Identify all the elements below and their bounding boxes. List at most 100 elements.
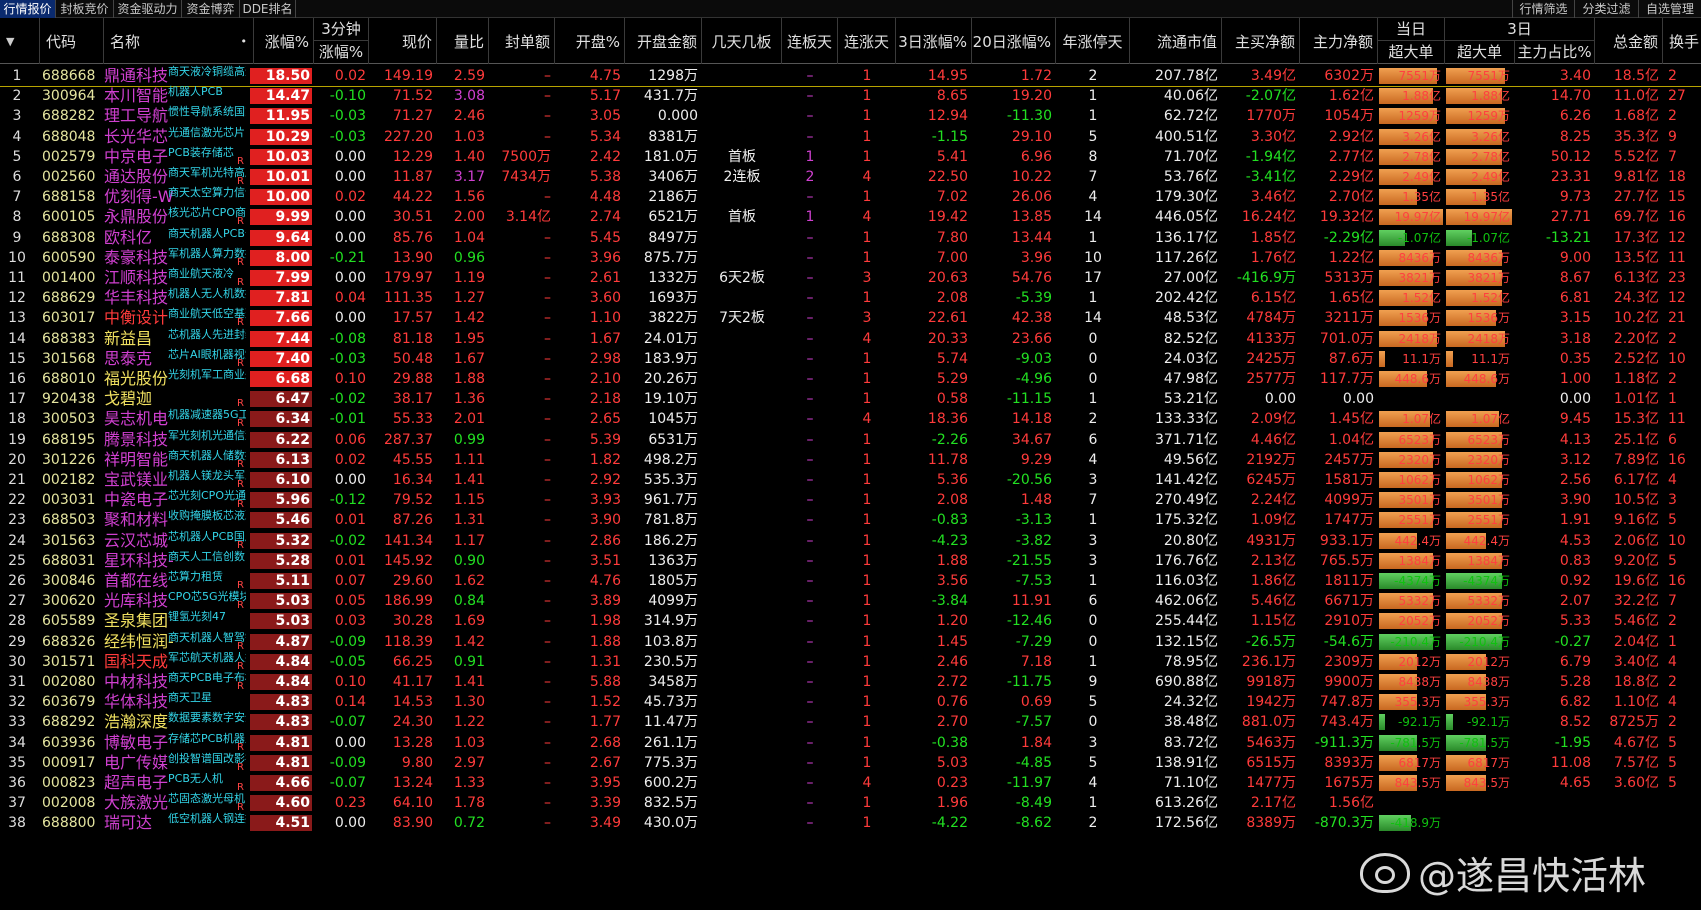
table-row[interactable]: 18300503昊志机电机器减速器5G工业母机R6.34-0.0155.332.…	[0, 408, 1701, 430]
stock-name[interactable]: 中瓷电子	[104, 489, 174, 511]
stock-name[interactable]: 昊志机电	[104, 408, 174, 430]
table-row[interactable]: 10600590泰豪科技军机器人算力数据中心R8.00-0.2113.900.9…	[0, 247, 1701, 269]
table-row[interactable]: 8600105永鼎股份核光芯片CPO商业航天R9.990.0030.512.00…	[0, 206, 1701, 228]
header-open-amount[interactable]: 开盘金额	[625, 18, 702, 64]
table-row[interactable]: 28 605589 圣泉集团 锂氢光刻47 5.03 0.03 30.28 1.69 – 1.98…	[0, 610, 1701, 632]
stock-name[interactable]: 宝武镁业	[104, 469, 174, 491]
table-row[interactable]: 35000917电广传媒创投智谱国改影视华为R4.81-0.099.802.97…	[0, 752, 1701, 774]
stock-name[interactable]: 经纬恒润-W	[104, 631, 174, 653]
table-row[interactable]: 19 688195 腾景科技军光刻机光通信激光 6.22 0.06 287.37 0.99 –…	[0, 429, 1701, 451]
table-row[interactable]: 21002182宝武镁业机器人镁龙头军工R6.100.0016.341.41–2…	[0, 469, 1701, 491]
table-row[interactable]: 20301226祥明智能商天机器人储数据中心R6.130.0245.551.11…	[0, 449, 1701, 471]
header-turnover[interactable]: 换手	[1663, 18, 1701, 64]
stock-name[interactable]: 优刻得-W	[104, 186, 174, 208]
stock-name[interactable]: 新益昌	[104, 328, 174, 350]
category-filter-button[interactable]: 分类过滤	[1574, 0, 1638, 18]
header-float-cap[interactable]: 流通市值	[1130, 18, 1222, 64]
table-row[interactable]: 29688326经纬恒润-W商天机器人智驾智能R4.87-0.09118.391…	[0, 631, 1701, 653]
table-row[interactable]: 32 603679 华体科技 商天卫星 4.83 0.14 14.53 1.30–1.52 45…	[0, 691, 1701, 713]
header-days-boards[interactable]: 几天几板	[702, 18, 782, 64]
header-open-pct[interactable]: 开盘%	[555, 18, 625, 64]
stock-name[interactable]: 戈碧迦	[104, 388, 174, 410]
table-row[interactable]: 5 002579 中京电子 PCB装存储芯 R 10.03 0.00 12.29 1.40 750…	[0, 146, 1701, 168]
stock-name[interactable]: 华体科技	[104, 691, 174, 713]
stock-name[interactable]: 中衡设计	[104, 307, 174, 329]
table-row[interactable]: 15301568思泰克芯片AI眼机器视觉检测R7.40-0.0350.481.6…	[0, 348, 1701, 370]
header-20day-pct[interactable]: 20日涨幅%	[972, 18, 1056, 64]
stock-name[interactable]: 光库科技	[104, 590, 174, 612]
tab-dde-rank[interactable]: DDE排名	[240, 0, 296, 18]
stock-name[interactable]: 福光股份	[104, 368, 174, 390]
header-seal-amount[interactable]: 封单额	[489, 18, 555, 64]
table-row[interactable]: 37 002008 大族激光 芯固态激光母机 R 4.60 0.23 64.10 1.78–3.…	[0, 792, 1701, 814]
stock-name[interactable]: 江顺科技	[104, 267, 174, 289]
table-row[interactable]: 30301571国科天成军芯航天机器人探测器R4.84-0.0566.250.9…	[0, 651, 1701, 673]
stock-name[interactable]: 鼎通科技	[104, 65, 174, 87]
stock-name[interactable]: 腾景科技	[104, 429, 174, 451]
header-today-super[interactable]: 当日 超大单	[1378, 18, 1445, 64]
header-price[interactable]: 现价	[369, 18, 437, 64]
table-row[interactable]: 12 688629 华丰科技机器人无人机数据中心 7.81 0.04 111.35 1.27…	[0, 287, 1701, 309]
stock-name[interactable]: 星环科技-U	[104, 550, 174, 572]
table-row[interactable]: 22003031中瓷电子芯光刻CPO光通信R5.96-0.1279.521.15…	[0, 489, 1701, 511]
watchlist-manage-button[interactable]: 自选管理	[1638, 0, 1701, 18]
stock-name[interactable]: 圣泉集团	[104, 610, 174, 632]
stock-name[interactable]: 通达股份	[104, 166, 174, 188]
table-row[interactable]: 2 300964 本川智能 机器人PCB 14.47 -0.10 71.52 3.08 – 5.1…	[0, 85, 1701, 107]
table-row[interactable]: 26 300846 首都在线 芯算力租赁 R 5.11 0.07 29.60 1.62–4.76…	[0, 570, 1701, 592]
stock-name[interactable]: 中材科技	[104, 671, 174, 693]
stock-name[interactable]: 超声电子	[104, 772, 174, 794]
stock-name[interactable]: 博敏电子	[104, 732, 174, 754]
table-row[interactable]: 24301563云汉芯城芯机器人PCB国产R5.32-0.02141.341.1…	[0, 530, 1701, 552]
tab-fund-drive[interactable]: 资金驱动力	[114, 0, 182, 18]
stock-name[interactable]: 华丰科技	[104, 287, 174, 309]
stock-name[interactable]: 云汉芯城	[104, 530, 174, 552]
table-row[interactable]: 16 688010 福光股份光刻机军工商业航天 6.68 0.10 29.88 1.88 – 2…	[0, 368, 1701, 390]
table-row[interactable]: 36 000823 超声电子 PCB无人机 R 4.66 -0.07 13.24 1.33–3.…	[0, 772, 1701, 794]
stock-name[interactable]: 祥明智能	[104, 449, 174, 471]
header-code[interactable]: 代码	[40, 18, 104, 64]
table-row[interactable]: 38 688800 瑞可达低空机器人钢连接器 4.51 0.00 83.90 0.72 – 3.…	[0, 812, 1701, 834]
header-total-amount[interactable]: 总金额	[1595, 18, 1663, 64]
table-row[interactable]: 34603936博敏电子存储芯PCB机器人R4.810.0013.281.03–…	[0, 732, 1701, 754]
stock-name[interactable]: 永鼎股份	[104, 206, 174, 228]
header-volume-ratio[interactable]: 量比	[437, 18, 489, 64]
header-main-net[interactable]: 主力净额	[1300, 18, 1378, 64]
table-row[interactable]: 13603017中衡设计商业航天低空基建R7.660.0017.571.42–1…	[0, 307, 1701, 329]
header-year-limit-days[interactable]: 年涨停天	[1056, 18, 1130, 64]
stock-name[interactable]: 电广传媒	[104, 752, 174, 774]
stock-name[interactable]: 浩瀚深度	[104, 711, 174, 733]
header-3day-super[interactable]: 超大单	[1445, 41, 1515, 64]
header-3day-main-ratio[interactable]: 主力占比%	[1515, 41, 1595, 64]
table-row[interactable]: 23 688503 聚和材料收购掩膜板芯液冷 5.46 0.01 87.26 1.31 – 3.…	[0, 509, 1701, 531]
table-row[interactable]: 4 688048 长光华芯 光通信激光芯片 10.29 -0.03 227.20 1.03 – 5…	[0, 126, 1701, 148]
header-change-pct[interactable]: 涨幅%	[254, 18, 314, 64]
header-3day-pct[interactable]: 3日涨幅%	[896, 18, 972, 64]
header-main-buy-net[interactable]: 主买净额	[1222, 18, 1300, 64]
stock-name[interactable]: 聚和材料	[104, 509, 174, 531]
stock-name[interactable]: 国科天成	[104, 651, 174, 673]
table-row[interactable]: 6002560通达股份商天军机光特高压R10.010.0011.873.1774…	[0, 166, 1701, 188]
stock-name[interactable]: 瑞可达	[104, 812, 174, 834]
header-name[interactable]: 名称 •	[104, 18, 254, 64]
stock-name[interactable]: 中京电子	[104, 146, 174, 168]
stock-name[interactable]: 思泰克	[104, 348, 174, 370]
header-rise-days[interactable]: 连涨天	[838, 18, 896, 64]
stock-name[interactable]: 首都在线	[104, 570, 174, 592]
table-row[interactable]: 11 001400 江顺科技 商业航天液冷 R 7.99 0.00 179.97 1.19–2.…	[0, 267, 1701, 289]
table-row[interactable]: 9 688308 欧科亿商天机器人PCB母机 9.64 0.00 85.76 1.04 – 5.…	[0, 227, 1701, 249]
stock-name[interactable]: 泰豪科技	[104, 247, 174, 269]
tab-fund-game[interactable]: 资金博弈	[182, 0, 240, 18]
table-row[interactable]: 31002080中材科技商天PCB电子布机33R4.840.1041.171.4…	[0, 671, 1701, 693]
tab-quotes[interactable]: 行情报价	[0, 0, 56, 18]
stock-name[interactable]: 长光华芯	[104, 126, 174, 148]
stock-name[interactable]: 本川智能	[104, 85, 174, 107]
sort-column-header[interactable]: ▼	[0, 18, 40, 64]
table-row[interactable]: 25 688031 星环科技-U商天人工信创数 5.28 0.01 145.92 0.90 –…	[0, 550, 1701, 572]
header-3min-change[interactable]: 3分钟 涨幅%	[314, 18, 369, 64]
table-row[interactable]: 1 688668 鼎通科技商天液冷铜缆高速 18.50 0.02 149.19 2.59 – 4…	[0, 65, 1701, 87]
table-row[interactable]: 3 688282 理工导航惯性导航系统国家 11.95 -0.03 71.27 2.46 – 3…	[0, 105, 1701, 127]
tab-seal-bidding[interactable]: 封板竞价	[56, 0, 114, 18]
table-row[interactable]: 33 688292 浩瀚深度数据要素数字安全 4.83 -0.07 24.30 1.22 – 1…	[0, 711, 1701, 733]
stock-name[interactable]: 理工导航	[104, 105, 174, 127]
